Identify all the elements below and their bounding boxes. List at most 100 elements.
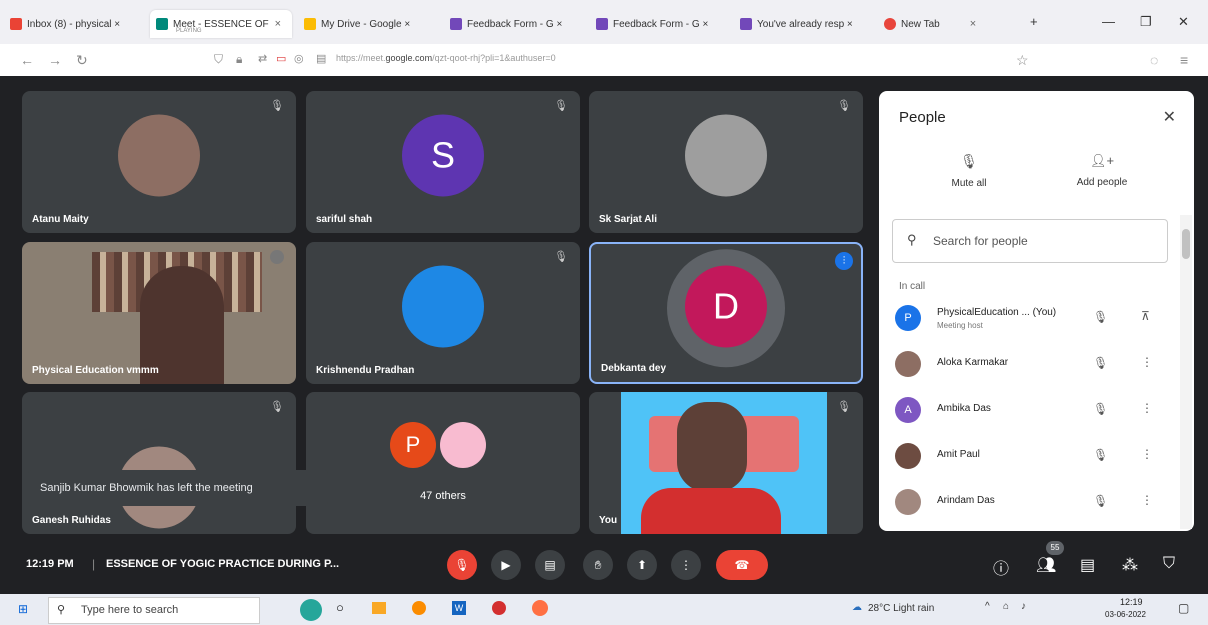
panel-scrollbar[interactable] — [1180, 215, 1192, 529]
windows-taskbar: ⊞ ⚲ Type here to search ○ W ☁ 28°C Light… — [0, 594, 1208, 625]
more-options-icon[interactable]: ⋮ — [1141, 447, 1153, 461]
windows-start-icon[interactable]: ⊞ — [18, 602, 28, 616]
participant-tile[interactable]: 🎙︎ Sk Sarjat Ali — [589, 91, 863, 233]
autoplay-icon[interactable]: ◎ — [294, 52, 304, 65]
camera-toggle-button[interactable]: ▶ — [491, 550, 521, 580]
scrollbar-thumb[interactable] — [1182, 229, 1190, 259]
pin-icon[interactable]: ⊼ — [1141, 309, 1150, 323]
tab-drive[interactable]: My Drive - Google × — [298, 10, 438, 38]
weather-text[interactable]: 28°C Light rain — [868, 603, 934, 614]
mic-off-icon: 🎙︎ — [554, 100, 568, 112]
url-field[interactable]: https://meet.google.com/qzt-qoot-rhj?pli… — [336, 53, 556, 63]
clock-time[interactable]: 12:19 — [1120, 597, 1143, 607]
mute-all-button[interactable]: 🎙︎ Mute all — [929, 153, 1009, 189]
mic-off-icon: 🎙︎ — [270, 100, 284, 112]
participant-row[interactable]: P PhysicalEducation ... (You) Meeting ho… — [895, 297, 1175, 337]
reload-icon[interactable]: ↻ — [76, 52, 88, 69]
shield-icon[interactable]: ⛉ — [214, 52, 223, 67]
participant-name: Krishnendu Pradhan — [316, 365, 415, 376]
activities-icon[interactable]: ⁂ — [1122, 555, 1138, 575]
tray-overflow-icon[interactable]: ^ — [985, 601, 990, 612]
menu-icon[interactable]: ≡ — [1180, 52, 1188, 68]
participant-tile[interactable]: 🎙︎ S sariful shah — [306, 91, 580, 233]
tab-inbox[interactable]: Inbox (8) - physical × — [4, 10, 144, 38]
forward-icon[interactable]: → — [48, 52, 62, 68]
tab-feedback-2[interactable]: Feedback Form - G × — [590, 10, 730, 38]
participant-name: PhysicalEducation ... (You) — [937, 307, 1057, 318]
weather-icon: ☁ — [852, 602, 862, 613]
more-options-icon[interactable]: ⋮ — [1141, 401, 1153, 415]
minimize-icon[interactable]: — — [1102, 14, 1115, 29]
tab-new-tab[interactable]: New Tab × — [878, 10, 988, 38]
tab-already-responded[interactable]: You've already resp × — [734, 10, 874, 38]
file-explorer-icon[interactable] — [372, 602, 386, 614]
taskbar-search-box[interactable]: ⚲ Type here to search — [48, 597, 260, 624]
participant-row[interactable]: Aloka Karmakar 🎙︎ ⋮ — [895, 343, 1175, 383]
restore-icon[interactable]: ❐ — [1140, 14, 1152, 30]
mute-all-label: Mute all — [951, 178, 987, 189]
task-view-icon[interactable]: ○ — [336, 600, 344, 615]
others-tile[interactable]: P 47 others — [306, 392, 580, 534]
cortana-icon[interactable] — [300, 599, 322, 621]
search-people-field[interactable]: ⚲ Search for people — [892, 219, 1168, 263]
notifications-icon[interactable]: ▢ — [1178, 601, 1189, 615]
chrome-icon[interactable] — [412, 601, 426, 615]
meet-stage: 🎙︎ Atanu Maity 🎙︎ S sariful shah 🎙︎ Sk S… — [0, 76, 1208, 594]
people-icon[interactable]: 👥︎ — [1036, 555, 1056, 575]
participant-row[interactable]: Amit Paul 🎙︎ ⋮ — [895, 435, 1175, 475]
chat-icon[interactable]: ▤ — [1080, 555, 1095, 575]
camera-permission-icon[interactable]: ▭ — [276, 52, 286, 65]
word-icon[interactable]: W — [452, 601, 466, 615]
raise-hand-button[interactable]: ✋︎ — [583, 550, 613, 580]
participant-tile-active-speaker[interactable]: ⫶ D Debkanta dey — [589, 242, 863, 384]
bookmark-star-icon[interactable]: ☆ — [1016, 52, 1029, 69]
back-icon[interactable]: ← — [20, 52, 34, 68]
clock-date[interactable]: 03-06-2022 — [1105, 610, 1146, 619]
present-button[interactable]: ⬆ — [627, 550, 657, 580]
mic-off-icon[interactable]: 🎙︎ — [1093, 356, 1108, 370]
mic-off-icon: 🎙︎ — [960, 153, 978, 169]
mic-off-icon[interactable]: 🎙︎ — [1093, 448, 1108, 462]
permissions-icon[interactable]: ⇄ — [258, 52, 267, 65]
close-panel-icon[interactable]: ✕ — [1163, 107, 1176, 127]
mic-off-icon[interactable]: 🎙︎ — [1093, 494, 1108, 508]
self-shirt — [641, 488, 781, 534]
participant-tile[interactable]: 🎙︎ Ganesh Ruhidas — [22, 392, 296, 534]
present-icon: ⬆ — [636, 558, 648, 572]
volume-icon[interactable]: ♪ — [1021, 601, 1026, 612]
participant-row[interactable]: Arindam Das 🎙︎ ⋮ — [895, 481, 1175, 521]
mic-off-icon[interactable]: 🎙︎ — [1093, 310, 1108, 324]
meeting-details-icon[interactable]: ⓘ — [993, 555, 1009, 579]
firefox-icon[interactable] — [532, 600, 548, 616]
more-options-icon[interactable]: ⋮ — [1141, 493, 1153, 507]
search-icon: ⚲ — [57, 604, 66, 616]
close-tab-icon[interactable]: × — [275, 18, 281, 30]
avatar — [685, 114, 767, 197]
lock-icon[interactable]: 🔒︎ — [236, 52, 242, 67]
search-placeholder: Search for people — [933, 234, 1028, 248]
host-controls-icon[interactable]: ⛉ — [1163, 555, 1175, 573]
mic-toggle-button[interactable]: 🎙︎ — [447, 550, 477, 580]
tab-feedback-1[interactable]: Feedback Form - G × — [444, 10, 584, 38]
mic-off-icon[interactable]: 🎙︎ — [1093, 402, 1108, 416]
close-window-icon[interactable]: ✕ — [1178, 14, 1189, 30]
add-people-button[interactable]: 👤︎+ Add people — [1057, 153, 1147, 188]
reader-mode-icon[interactable]: ▤ — [316, 52, 326, 65]
new-tab-plus-icon[interactable]: + — [1030, 14, 1038, 29]
opera-icon[interactable] — [492, 601, 506, 615]
more-options-button[interactable]: ⋮ — [671, 550, 701, 580]
participant-video-tile[interactable]: Physical Education vmmm — [22, 242, 296, 384]
tab-meet[interactable]: Meet - ESSENCE OF × PLAYING — [150, 10, 292, 38]
close-tab-icon[interactable]: × — [970, 18, 976, 30]
participant-tile[interactable]: 🎙︎ Krishnendu Pradhan — [306, 242, 580, 384]
captions-button[interactable]: ▤ — [535, 550, 565, 580]
self-video-tile[interactable]: 🎙︎ You — [589, 392, 863, 534]
hang-up-icon: ☎︎ — [734, 558, 750, 572]
more-options-icon[interactable]: ⋮ — [1141, 355, 1153, 369]
leave-call-button[interactable]: ☎︎ — [716, 550, 768, 580]
participant-tile[interactable]: 🎙︎ Atanu Maity — [22, 91, 296, 233]
network-icon[interactable]: ⌂ — [1003, 601, 1009, 612]
participant-row[interactable]: A Ambika Das 🎙︎ ⋮ — [895, 389, 1175, 429]
avatar — [440, 422, 486, 468]
pocket-icon[interactable]: ◌ — [1150, 52, 1158, 68]
